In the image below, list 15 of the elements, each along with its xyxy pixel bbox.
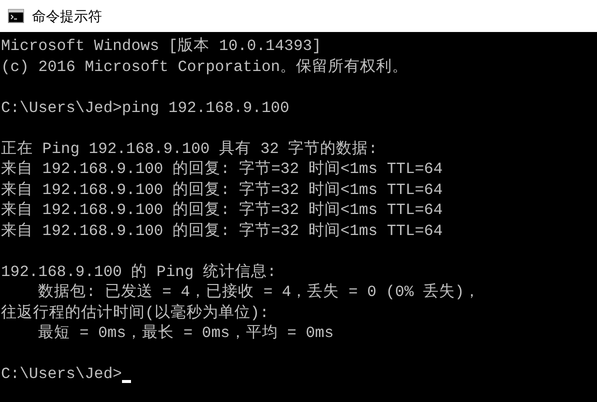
console-icon (8, 9, 24, 23)
console-line: 来自 192.168.9.100 的回复: 字节=32 时间<1ms TTL=64 (1, 180, 443, 198)
console-line: 往返行程的估计时间(以毫秒为单位): (1, 304, 269, 322)
console-line: (c) 2016 Microsoft Corporation。保留所有权利。 (1, 58, 408, 76)
console-line: 来自 192.168.9.100 的回复: 字节=32 时间<1ms TTL=64 (1, 160, 443, 178)
console-line: 正在 Ping 192.168.9.100 具有 32 字节的数据: (1, 140, 378, 158)
console-line: Microsoft Windows [版本 10.0.14393] (1, 37, 322, 55)
window-title: 命令提示符 (32, 6, 102, 26)
console-line: 192.168.9.100 的 Ping 统计信息: (1, 262, 276, 280)
console-line: 最短 = 0ms，最长 = 0ms，平均 = 0ms (37, 324, 334, 342)
console-line: 来自 192.168.9.100 的回复: 字节=32 时间<1ms TTL=64 (1, 201, 443, 219)
console-line: C:\Users\Jed>ping 192.168.9.100 (1, 98, 290, 116)
console-line: 数据包: 已发送 = 4，已接收 = 4，丢失 = 0 (0% 丢失)， (37, 283, 480, 301)
command-prompt: C:\Users\Jed> (1, 364, 122, 384)
console-line: 来自 192.168.9.100 的回复: 字节=32 时间<1ms TTL=64 (1, 222, 443, 240)
